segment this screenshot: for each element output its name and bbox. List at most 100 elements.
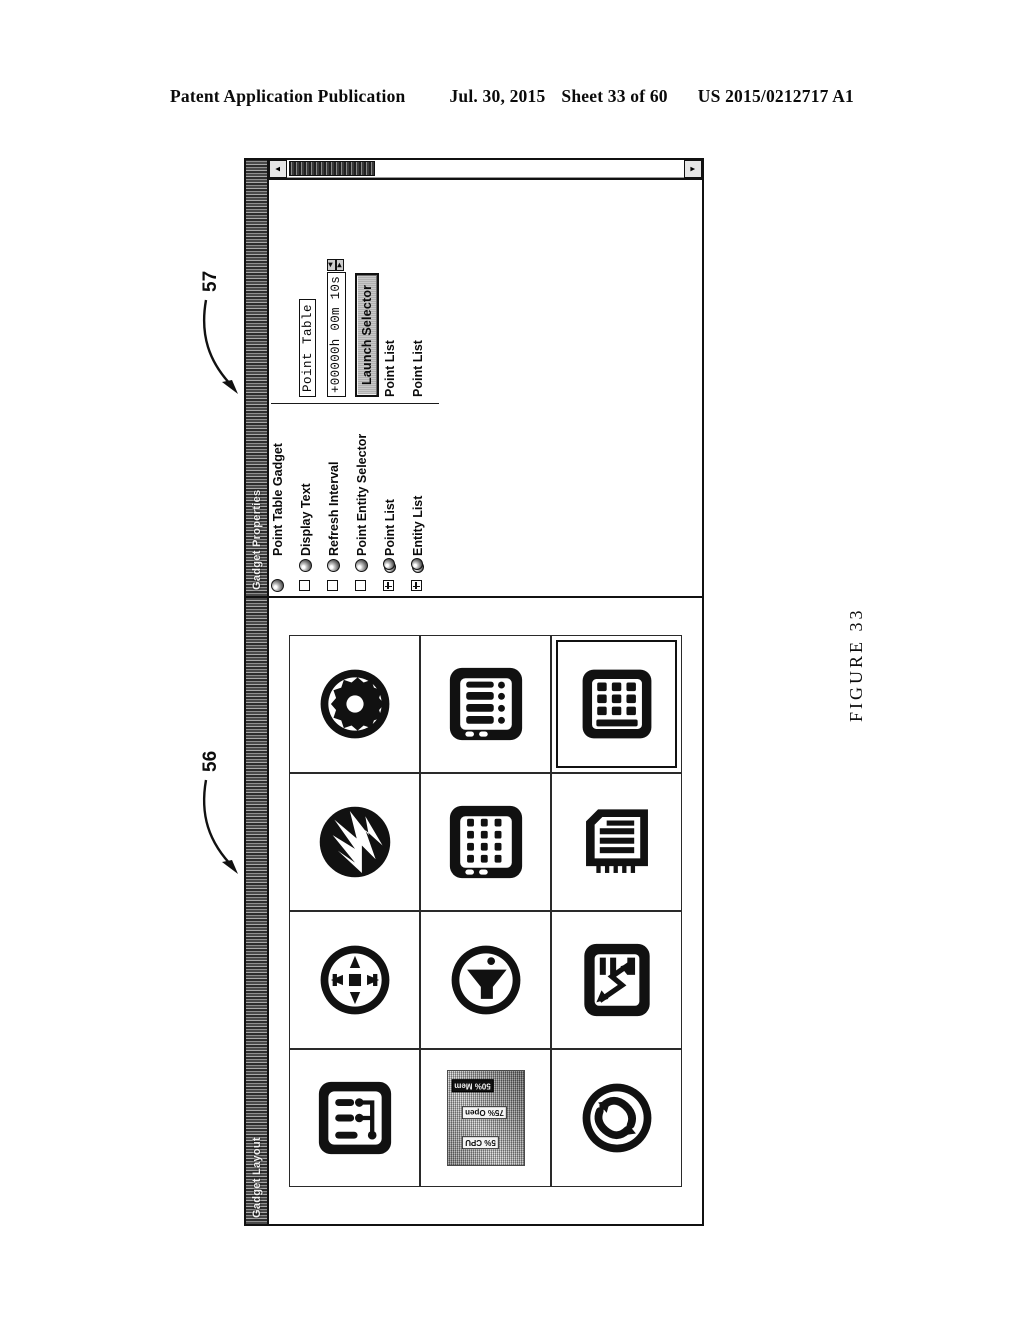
row-icon-slot bbox=[327, 556, 340, 576]
column-divider bbox=[327, 403, 355, 404]
property-value: Launch Selector bbox=[355, 180, 379, 397]
property-label: Entity List bbox=[411, 495, 425, 556]
row-control-slot[interactable] bbox=[327, 576, 338, 596]
gadget-cell-waveform[interactable] bbox=[289, 773, 420, 911]
gadget-properties-window: Gadget Properties Point Table Gadget Dis… bbox=[244, 158, 704, 598]
compass-gadget-icon bbox=[320, 945, 389, 1015]
property-label: Point List bbox=[383, 499, 397, 556]
scroll-track[interactable] bbox=[287, 160, 684, 178]
properties-vertical-scrollbar[interactable]: ▲ ▼ bbox=[269, 160, 702, 180]
gadget-cell-document[interactable] bbox=[551, 773, 682, 911]
scroll-thumb[interactable] bbox=[289, 161, 375, 176]
gadget-cell-sliders[interactable] bbox=[420, 635, 551, 773]
gadget-cell-trend[interactable] bbox=[551, 911, 682, 1049]
speaker-gadget-icon bbox=[451, 945, 520, 1015]
property-label: Refresh Interval bbox=[327, 461, 341, 556]
property-row[interactable]: Point Entity Selector Launch Selector bbox=[355, 180, 383, 596]
property-value: Point Table bbox=[299, 180, 316, 397]
drawing-stage: Gadget Properties Point Table Gadget Dis… bbox=[0, 0, 1024, 1320]
thumbnail-label-cpu: 5% CPU bbox=[461, 1136, 499, 1150]
property-label: Point Entity Selector bbox=[355, 433, 369, 556]
layout-title-text: Gadget Layout bbox=[250, 1137, 263, 1218]
point-list-value: Point List bbox=[383, 340, 397, 397]
waveform-gadget-icon bbox=[319, 806, 390, 878]
sphere-icon bbox=[355, 559, 368, 573]
row-control-slot[interactable] bbox=[299, 576, 310, 596]
gear-gadget-icon bbox=[320, 669, 389, 739]
property-row[interactable]: Point List Point List bbox=[383, 180, 411, 596]
entity-list-value: Point List bbox=[411, 340, 425, 397]
scroll-up-button[interactable]: ▲ bbox=[269, 160, 287, 178]
callout-leader-57 bbox=[202, 299, 238, 394]
expand-icon[interactable] bbox=[411, 580, 422, 592]
stepper-down-icon[interactable]: ▶ bbox=[335, 258, 344, 271]
gadget-cell-preview[interactable]: 5% CPU 75% Open 50% Mem bbox=[420, 1049, 551, 1187]
checkbox-icon[interactable] bbox=[355, 580, 366, 592]
property-value: Point List bbox=[411, 180, 425, 397]
preview-thumbnail: 5% CPU 75% Open 50% Mem bbox=[446, 1070, 525, 1166]
stepper-up-icon[interactable]: ◀ bbox=[327, 258, 336, 271]
spheres-icon bbox=[383, 558, 396, 574]
column-divider bbox=[411, 403, 439, 404]
sliders-gadget-icon bbox=[449, 667, 522, 741]
spheres-icon bbox=[411, 558, 424, 574]
gadget-cell-keypad[interactable] bbox=[420, 773, 551, 911]
checkbox-icon[interactable] bbox=[299, 580, 310, 592]
gadget-cell-compass[interactable] bbox=[289, 911, 420, 1049]
figure-caption: FIGURE 33 bbox=[846, 607, 866, 722]
row-icon-slot bbox=[355, 556, 368, 576]
trend-gadget-icon bbox=[583, 943, 650, 1017]
callout-label-56: 56 bbox=[200, 750, 221, 772]
document-gadget-icon bbox=[585, 809, 648, 873]
row-icon-slot bbox=[383, 556, 396, 576]
layout-body: 5% CPU 75% Open 50% Mem bbox=[269, 598, 702, 1224]
callout-leader-56 bbox=[202, 779, 238, 874]
property-row[interactable]: Point Table Gadget bbox=[271, 180, 299, 596]
refresh-gadget-icon bbox=[582, 1083, 651, 1153]
sphere-icon bbox=[299, 559, 312, 573]
property-value: +00000h 00m 10s ◀ ▶ bbox=[327, 180, 346, 397]
row-control-slot bbox=[271, 576, 284, 596]
launch-selector-button[interactable]: Launch Selector bbox=[355, 272, 379, 397]
gadget-cell-point-table[interactable] bbox=[551, 635, 682, 773]
column-divider bbox=[299, 403, 327, 404]
checkbox-icon[interactable] bbox=[327, 580, 338, 592]
row-icon-slot bbox=[299, 556, 312, 576]
sphere-icon bbox=[271, 579, 284, 593]
gadget-grid: 5% CPU 75% Open 50% Mem bbox=[289, 635, 682, 1187]
column-divider bbox=[271, 403, 299, 404]
thumbnail-label-memory: 50% Mem bbox=[450, 1079, 494, 1093]
gadget-cell-refresh[interactable] bbox=[551, 1049, 682, 1187]
layout-title-bar: Gadget Layout bbox=[246, 598, 269, 1224]
gadget-layout-window: Gadget Layout 5% CPU 75% Open 50% Mem bbox=[244, 596, 704, 1226]
display-text-input[interactable]: Point Table bbox=[299, 298, 316, 397]
stepper-buttons[interactable]: ◀ ▶ bbox=[327, 258, 346, 271]
refresh-interval-stepper[interactable]: +00000h 00m 10s ◀ ▶ bbox=[327, 258, 346, 397]
property-row[interactable]: Entity List Point List bbox=[411, 180, 439, 596]
thumbnail-label-open: 75% Open bbox=[461, 1106, 507, 1120]
schematic-gadget-icon bbox=[318, 1081, 391, 1155]
row-control-slot[interactable] bbox=[383, 576, 394, 596]
properties-table: Point Table Gadget Display Text Point Ta… bbox=[269, 180, 702, 596]
refresh-interval-input[interactable]: +00000h 00m 10s bbox=[327, 271, 346, 397]
row-control-slot[interactable] bbox=[411, 576, 422, 596]
gadget-cell-gear[interactable] bbox=[289, 635, 420, 773]
gadget-cell-schematic[interactable] bbox=[289, 1049, 420, 1187]
property-row[interactable]: Display Text Point Table bbox=[299, 180, 327, 596]
properties-body: Point Table Gadget Display Text Point Ta… bbox=[269, 160, 702, 596]
column-divider bbox=[383, 403, 411, 404]
sphere-icon bbox=[327, 559, 340, 573]
scroll-down-button[interactable]: ▼ bbox=[684, 160, 702, 178]
property-label: Point Table Gadget bbox=[271, 443, 285, 556]
column-divider bbox=[355, 403, 383, 404]
property-value: Point List bbox=[383, 180, 397, 397]
gadget-cell-speaker[interactable] bbox=[420, 911, 551, 1049]
expand-icon[interactable] bbox=[383, 580, 394, 592]
table-gadget-icon bbox=[582, 669, 651, 739]
row-control-slot[interactable] bbox=[355, 576, 366, 596]
callout-label-57: 57 bbox=[200, 270, 221, 292]
property-label: Display Text bbox=[299, 483, 313, 556]
row-icon-slot bbox=[411, 556, 424, 576]
property-row[interactable]: Refresh Interval +00000h 00m 10s ◀ ▶ bbox=[327, 180, 355, 596]
keypad-gadget-icon bbox=[449, 805, 522, 879]
